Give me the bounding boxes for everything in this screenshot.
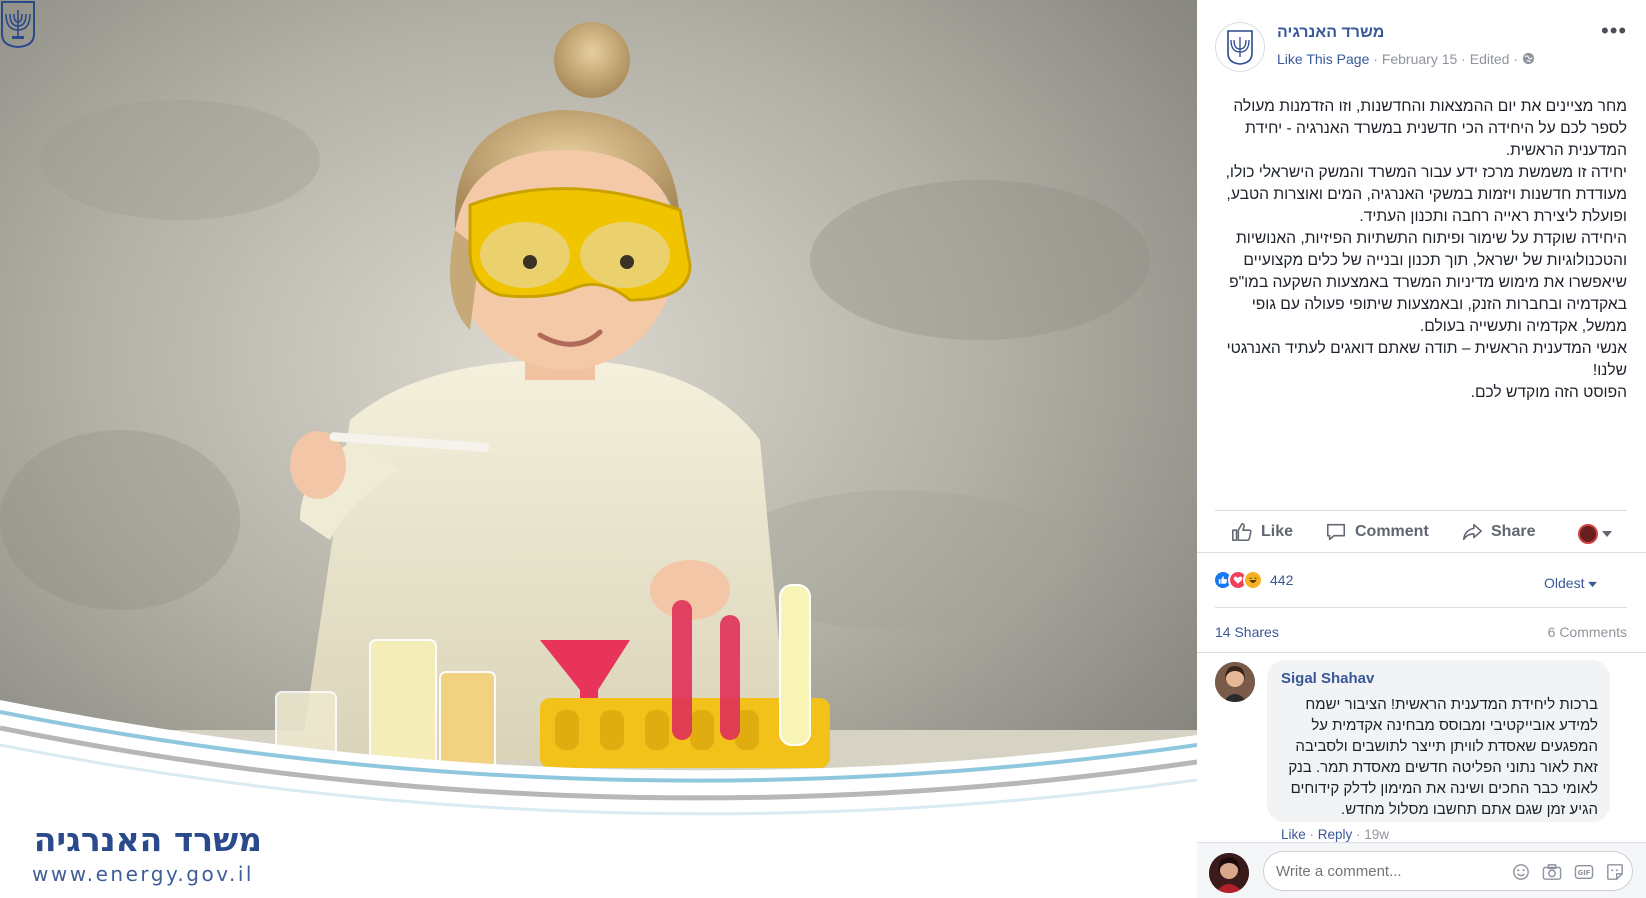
menorah-emblem-icon — [1227, 30, 1253, 65]
like-button-label: Like — [1261, 523, 1294, 540]
post-meta: Like This Page · February 15 · Edited · — [1277, 51, 1535, 67]
page-name-link[interactable]: משרד האנרגיה — [1277, 24, 1384, 42]
meta-separator: · — [1509, 51, 1522, 67]
gif-icon[interactable]: GIF — [1574, 863, 1594, 886]
comment-actions: Like · Reply · 19w — [1281, 827, 1389, 842]
comment-sort-dropdown[interactable]: Oldest — [1544, 575, 1598, 591]
brand-name: משרד האנרגיה — [33, 820, 262, 859]
emoji-icon[interactable] — [1512, 863, 1530, 886]
post-paragraph: הפוסט הזה מוקדש לכם. — [1470, 384, 1627, 401]
edited-label[interactable]: Edited — [1470, 51, 1510, 67]
brand-url: www.energy.gov.il — [32, 862, 254, 886]
post-body: מחר מציינים את יום ההמצאות והחדשנות, וזו… — [1215, 96, 1627, 404]
meta-separator: · — [1369, 51, 1382, 67]
comments-count-link[interactable]: 6 Comments — [1548, 624, 1627, 640]
shares-count-link[interactable]: 14 Shares — [1215, 624, 1279, 640]
divider — [1197, 552, 1646, 553]
chevron-down-icon — [1588, 581, 1598, 588]
comment-bubble: Sigal Shahav ברכות ליחידת המדענית הראשית… — [1267, 660, 1610, 822]
post-photo[interactable]: משרד האנרגיה www.energy.gov.il — [0, 0, 1197, 898]
post-paragraph: יחידה זו משמשת מרכז ידע עבור המשרד והמשק… — [1225, 164, 1627, 225]
post-paragraph: מחר מציינים את יום ההמצאות והחדשנות, וזו… — [1233, 98, 1627, 159]
post-paragraph: אנשי המדענית הראשית – תודה שאתם דואגים ל… — [1226, 340, 1627, 379]
reactions-count[interactable]: 442 — [1270, 572, 1293, 588]
post-paragraph: היחידה שוקדת על שימור ופיתוח התשתיות הפי… — [1229, 230, 1627, 335]
camera-icon[interactable] — [1542, 863, 1562, 886]
separator: · — [1352, 827, 1365, 842]
menorah-emblem-icon — [1, 1, 35, 48]
like-page-link[interactable]: Like This Page — [1277, 51, 1369, 67]
meta-separator: · — [1457, 51, 1470, 67]
share-button-label: Share — [1491, 523, 1536, 540]
page-avatar[interactable] — [1215, 22, 1265, 72]
comment-text: ברכות ליחידת המדענית הראשית! הציבור ישמח… — [1288, 696, 1598, 818]
facebook-photo-viewer: משרד האנרגיה www.energy.gov.il משרד האנר… — [0, 0, 1646, 898]
haha-reaction-icon — [1243, 570, 1263, 590]
sticker-icon[interactable] — [1606, 863, 1624, 886]
separator: · — [1305, 827, 1318, 842]
reactions-summary[interactable]: 442 — [1213, 570, 1293, 590]
svg-text:GIF: GIF — [1578, 869, 1591, 877]
thumbs-up-icon — [1232, 522, 1252, 542]
user-avatar-small — [1578, 524, 1598, 544]
post-date[interactable]: February 15 — [1382, 51, 1457, 67]
current-user-avatar[interactable] — [1209, 853, 1249, 893]
comment-composer: GIF — [1197, 842, 1646, 898]
share-icon — [1462, 523, 1482, 541]
comment-like-link[interactable]: Like — [1281, 827, 1306, 842]
commenter-avatar[interactable] — [1215, 662, 1255, 702]
divider — [1197, 652, 1646, 653]
more-options-button[interactable]: ••• — [1601, 20, 1627, 42]
comment-icon — [1326, 523, 1346, 541]
photo-illustration — [0, 0, 1197, 898]
divider — [1215, 607, 1627, 608]
post-sidebar: משרד האנרגיה Like This Page · February 1… — [1197, 0, 1646, 898]
chevron-down-icon — [1602, 531, 1612, 537]
comment-reply-link[interactable]: Reply — [1318, 827, 1353, 842]
like-button[interactable]: Like — [1231, 521, 1293, 543]
share-button[interactable]: Share — [1461, 521, 1535, 543]
comment-author-link[interactable]: Sigal Shahav — [1281, 670, 1374, 687]
comment-button[interactable]: Comment — [1325, 521, 1429, 543]
reaction-audience-selector[interactable] — [1578, 524, 1612, 544]
globe-icon[interactable] — [1522, 52, 1535, 65]
composer-tools: GIF — [1512, 863, 1624, 886]
post-action-bar: Like Comment Share — [1215, 510, 1627, 552]
comment-timestamp[interactable]: 19w — [1364, 827, 1389, 842]
comment-sort-label: Oldest — [1544, 575, 1585, 591]
comment-button-label: Comment — [1355, 523, 1429, 540]
